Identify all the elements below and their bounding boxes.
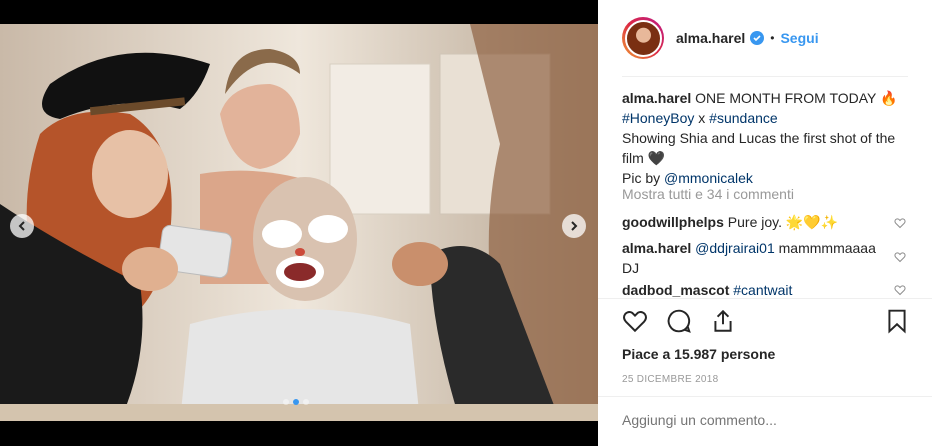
avatar[interactable]	[622, 17, 664, 59]
carousel-dot	[283, 399, 289, 405]
view-all-comments-link[interactable]: Mostra tutti e 34 i commenti	[622, 186, 794, 202]
action-bar	[622, 308, 912, 336]
hashtag-link[interactable]: #sundance	[709, 110, 778, 126]
post-photo[interactable]	[0, 24, 598, 421]
comment-icon[interactable]	[666, 308, 692, 334]
chevron-right-icon	[571, 221, 578, 231]
comment-item: dadbod_mascot #cantwait	[622, 280, 892, 300]
hashtag-link[interactable]: #cantwait	[733, 282, 792, 298]
share-icon[interactable]	[710, 308, 736, 334]
carousel-indicator	[283, 399, 309, 405]
comment-username[interactable]: dadbod_mascot	[622, 282, 729, 298]
header-username[interactable]: alma.harel	[676, 30, 745, 46]
add-comment-input[interactable]	[622, 412, 902, 428]
comment-item: alma.harel @ddjrairai01 mammmmaaaa DJ	[622, 238, 892, 278]
carousel-next-button[interactable]	[562, 214, 586, 238]
instagram-post: alma.harel • Segui alma.harel ONE MONTH …	[0, 0, 932, 446]
caption-line3: Showing Shia and Lucas the first shot of…	[622, 130, 896, 166]
likes-count[interactable]: Piace a 15.987 persone	[622, 346, 775, 362]
caption-username[interactable]: alma.harel	[622, 90, 691, 106]
divider	[622, 76, 908, 77]
carousel-prev-button[interactable]	[10, 214, 34, 238]
comment-like-heart-icon[interactable]	[894, 251, 906, 263]
comment-username[interactable]: alma.harel	[622, 240, 691, 256]
divider	[598, 298, 932, 299]
heart-icon[interactable]	[622, 308, 648, 334]
photo-illustration	[0, 24, 598, 421]
post-caption: alma.harel ONE MONTH FROM TODAY 🔥 #Honey…	[622, 88, 918, 188]
comment-text: Pure joy. 🌟💛✨	[727, 214, 839, 230]
mention-link[interactable]: @ddjrairai01	[695, 240, 775, 256]
mention-link[interactable]: @mmonicalek	[664, 170, 753, 186]
caption-picby: Pic by	[622, 170, 665, 186]
post-header: alma.harel • Segui	[598, 0, 932, 76]
post-sidebar: alma.harel • Segui alma.harel ONE MONTH …	[598, 0, 932, 446]
carousel-dot-active	[293, 399, 299, 405]
comment-username[interactable]: goodwillphelps	[622, 214, 724, 230]
post-date: 25 DICEMBRE 2018	[622, 374, 719, 385]
chevron-left-icon	[18, 221, 25, 231]
follow-button[interactable]: Segui	[780, 30, 818, 46]
header-separator: •	[770, 31, 775, 45]
comment-item: goodwillphelps Pure joy. 🌟💛✨	[622, 212, 892, 232]
caption-line1: ONE MONTH FROM TODAY 🔥	[695, 90, 898, 106]
divider	[598, 396, 932, 397]
comment-like-heart-icon[interactable]	[894, 217, 906, 229]
bookmark-icon[interactable]	[884, 308, 910, 334]
carousel-dot	[303, 399, 309, 405]
hashtag-link[interactable]: #HoneyBoy	[622, 110, 694, 126]
comment-like-heart-icon[interactable]	[894, 284, 906, 296]
caption-x: x	[694, 110, 710, 126]
verified-icon	[750, 31, 765, 45]
